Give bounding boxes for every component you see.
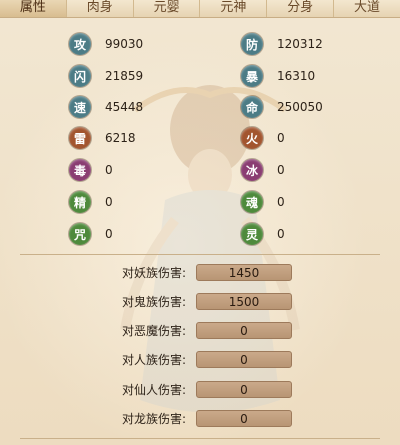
damage-row: 对鬼族伤害: 1500 [0,292,400,312]
stat-value: 45448 [105,100,144,114]
stat-icon: 攻 [69,33,91,55]
stat-right: 防 120312 [241,32,323,56]
damage-value: 1500 [196,293,292,310]
tab-great-dao[interactable]: 大道 [334,0,400,17]
stat-right: 暴 16310 [241,64,315,88]
damage-row: 对龙族伤害: 0 [0,409,400,429]
damage-value: 0 [196,351,292,368]
stat-value: 0 [105,163,113,177]
stat-icon: 灵 [241,223,263,245]
divider [20,438,380,439]
stat-right: 魂0 [241,190,285,214]
stat-icon: 雷 [69,127,91,149]
stat-icon: 命 [241,96,263,118]
stat-icon: 火 [241,127,263,149]
stat-value: 21859 [105,69,144,83]
divider [20,254,380,255]
damage-label: 对妖族伤害: [121,266,186,280]
stat-left: 毒0 [69,158,113,182]
stat-right: 火0 [241,126,285,150]
damage-label: 对恶魔伤害: [121,324,186,338]
stat-value: 6218 [105,131,136,145]
stat-icon: 暴 [241,65,263,87]
stat-value: 0 [277,163,285,177]
stat-icon: 防 [241,33,263,55]
stat-right: 灵0 [241,222,285,246]
damage-row: 对妖族伤害: 1450 [0,263,400,283]
stat-icon: 毒 [69,159,91,181]
damage-label: 对人族伤害: [121,353,186,367]
stat-value: 0 [277,195,285,209]
damage-row: 对人族伤害: 0 [0,350,400,370]
stat-right: 命 250050 [241,95,323,119]
stat-value: 99030 [105,37,144,51]
tab-body[interactable]: 肉身 [67,0,134,17]
damage-row: 对仙人伤害: 0 [0,380,400,400]
tab-bar: 属性 肉身 元婴 元神 分身 大道 [0,0,400,18]
damage-label: 对鬼族伤害: [121,295,186,309]
damage-value: 0 [196,381,292,398]
damage-value: 0 [196,410,292,427]
stat-value: 0 [105,195,113,209]
stat-left: 咒0 [69,222,113,246]
damage-value: 1450 [196,264,292,281]
damage-row: 对恶魔伤害: 0 [0,321,400,341]
stat-right: 冰0 [241,158,285,182]
damage-label: 对仙人伤害: [121,383,186,397]
character-illustration [120,85,300,413]
stat-icon: 闪 [69,65,91,87]
stat-value: 16310 [277,69,316,83]
tab-avatar[interactable]: 分身 [267,0,335,17]
stat-value: 0 [277,227,285,241]
tab-primal-spirit[interactable]: 元神 [200,0,268,17]
stat-icon: 速 [69,96,91,118]
stat-left: 速 45448 [69,95,143,119]
damage-value: 0 [196,322,292,339]
stat-left: 雷 6218 [69,126,136,150]
stat-value: 0 [105,227,113,241]
stat-icon: 魂 [241,191,263,213]
stat-value: 250050 [277,100,323,114]
stat-value: 0 [277,131,285,145]
stat-left: 闪 21859 [69,64,143,88]
stat-icon: 咒 [69,223,91,245]
attribute-panel: 属性 肉身 元婴 元神 分身 大道 攻 99030 闪 21859 速 45448 雷 621… [0,0,400,445]
stat-left: 攻 99030 [69,32,143,56]
damage-label: 对龙族伤害: [121,412,186,426]
stat-left: 精0 [69,190,113,214]
stat-value: 120312 [277,37,323,51]
stat-icon: 精 [69,191,91,213]
tab-nascent-soul[interactable]: 元婴 [134,0,201,17]
tab-attributes[interactable]: 属性 [0,0,67,17]
stat-icon: 冰 [241,159,263,181]
